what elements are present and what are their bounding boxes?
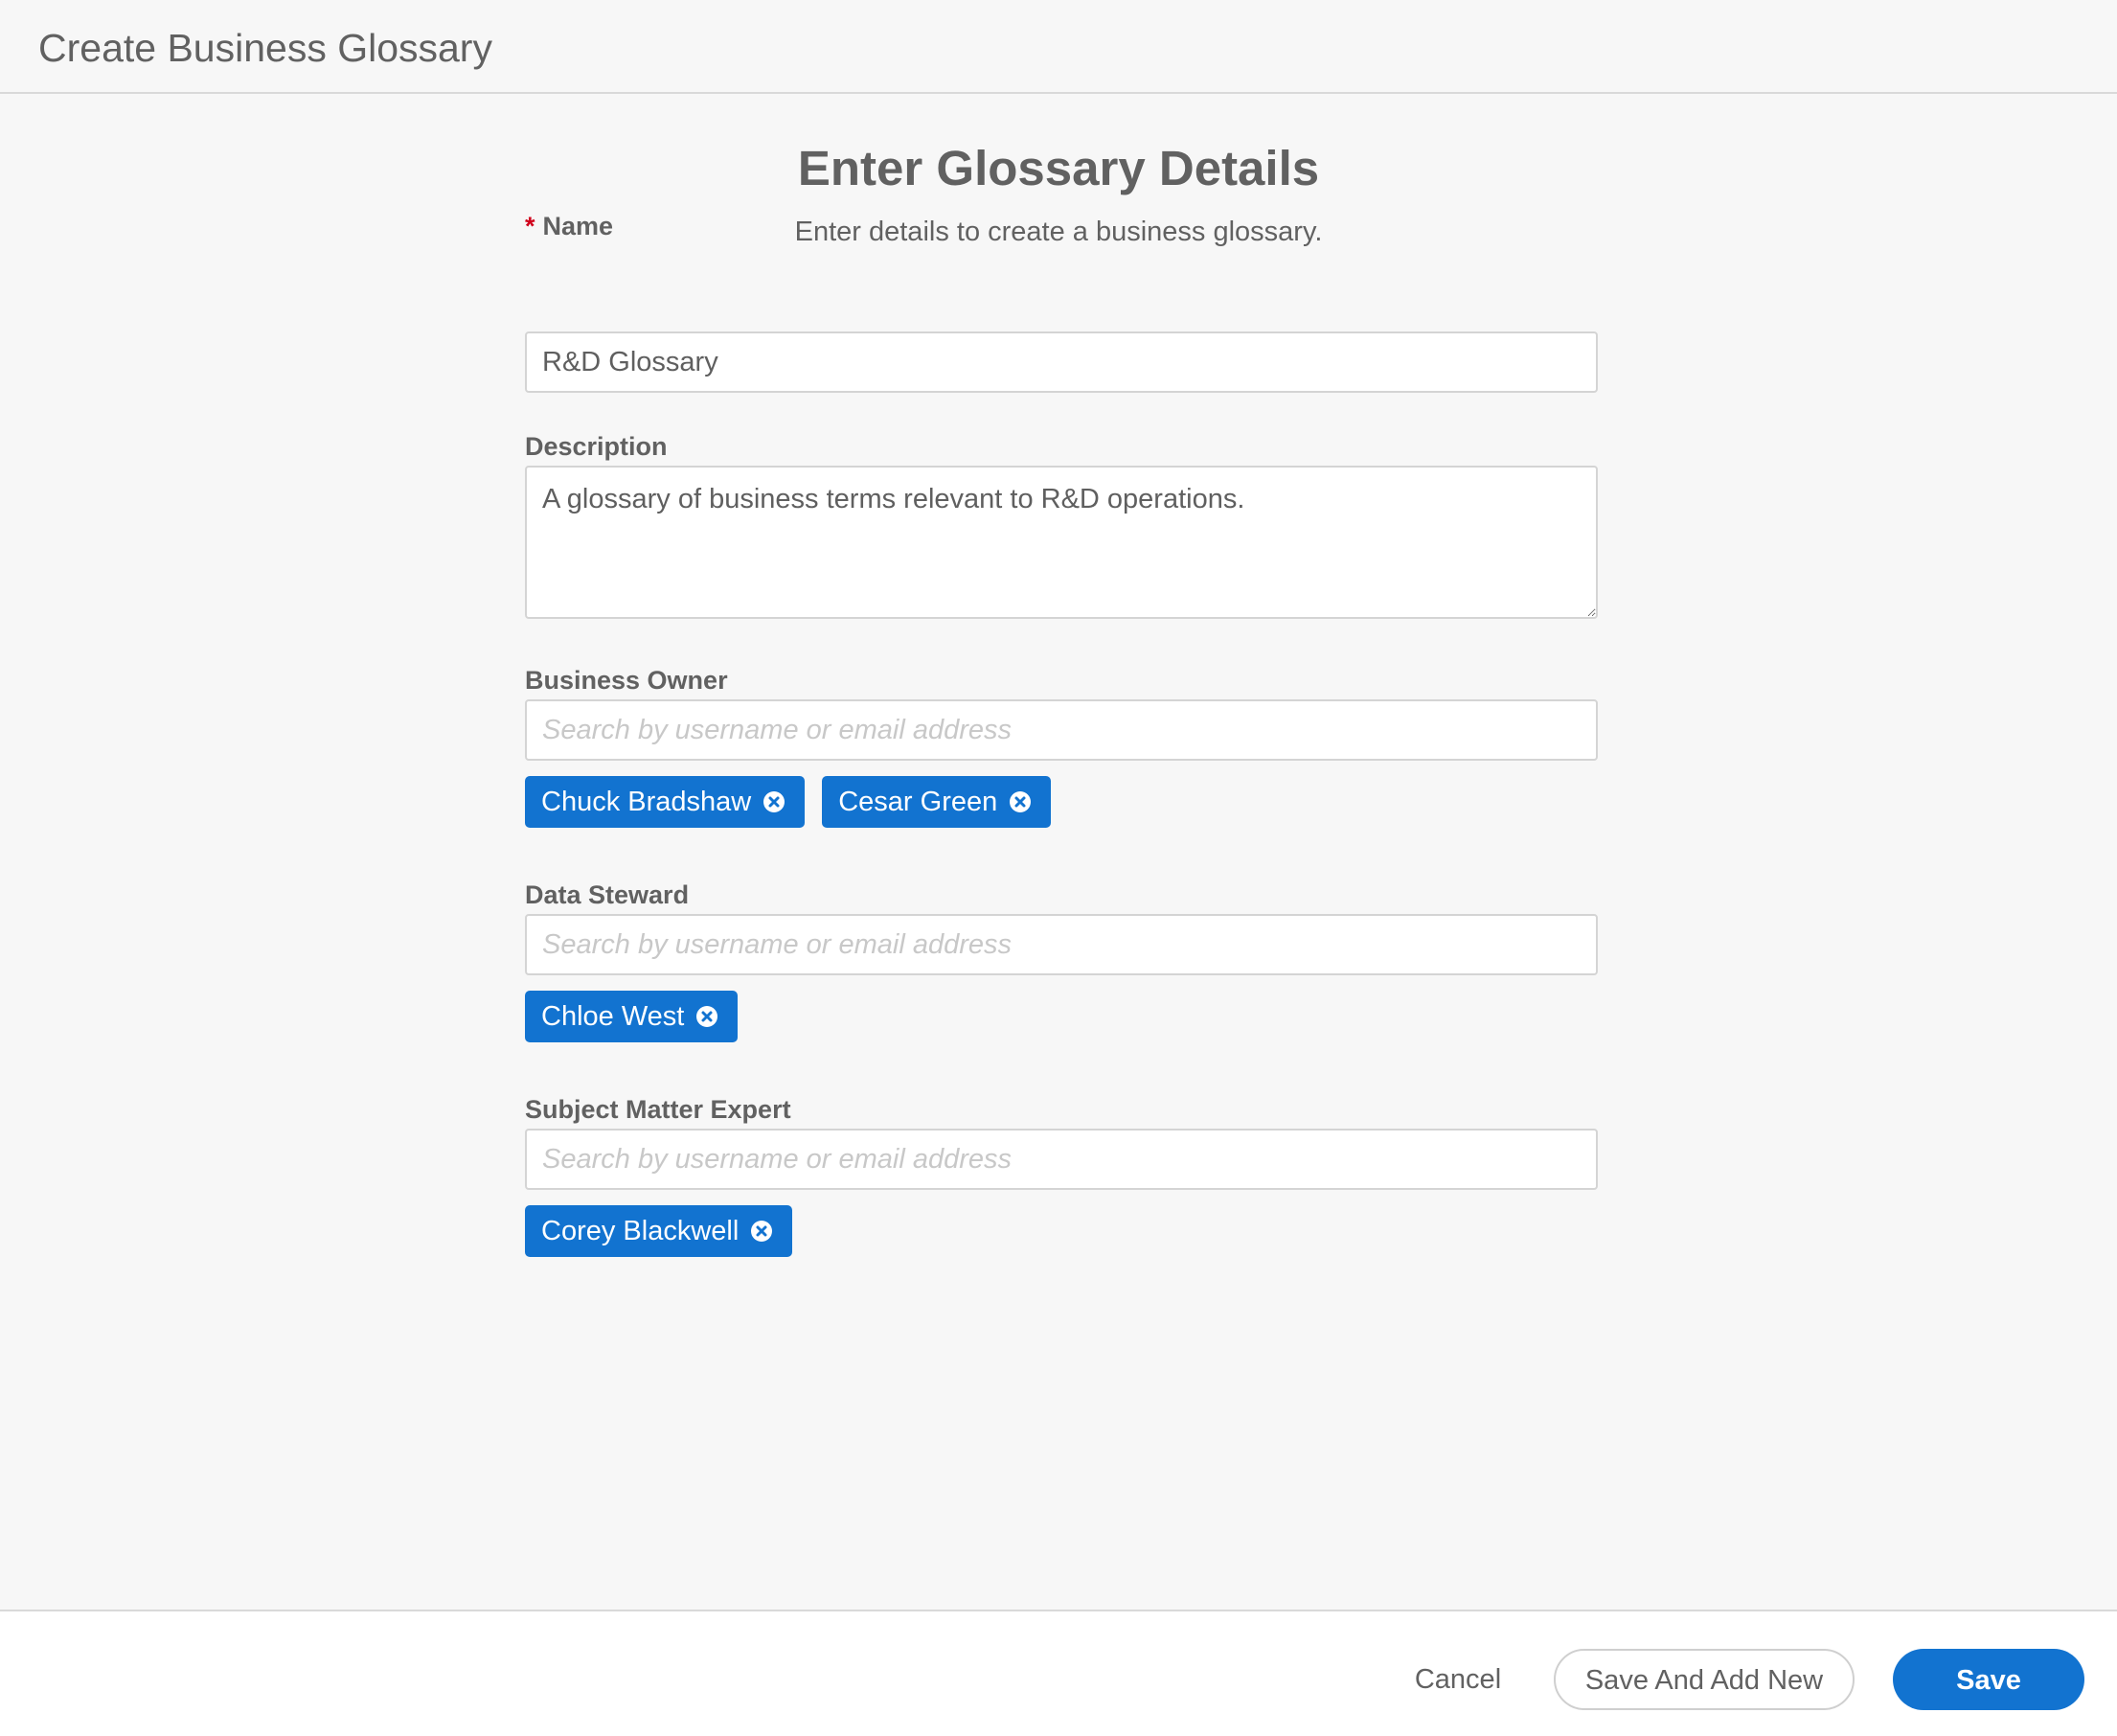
chip-label: Chloe West bbox=[541, 1001, 685, 1032]
save-button[interactable]: Save bbox=[1893, 1649, 2084, 1710]
close-circle-icon[interactable] bbox=[695, 1005, 718, 1028]
dialog-header: Create Business Glossary bbox=[0, 0, 2117, 94]
close-circle-icon[interactable] bbox=[750, 1220, 773, 1243]
subject-matter-expert-chips: Corey Blackwell bbox=[525, 1205, 793, 1257]
close-circle-icon[interactable] bbox=[763, 790, 785, 813]
form-subtitle: Enter details to create a business gloss… bbox=[794, 217, 1323, 247]
business-owner-label: Business Owner bbox=[525, 666, 728, 695]
required-marker: * bbox=[525, 212, 535, 240]
chip-corey-blackwell: Corey Blackwell bbox=[525, 1205, 793, 1257]
close-circle-icon[interactable] bbox=[1009, 790, 1032, 813]
form-title: Enter Glossary Details bbox=[797, 141, 1320, 195]
business-owner-chips: Chuck Bradshaw Cesar Green bbox=[525, 776, 1052, 828]
save-and-add-new-button[interactable]: Save And Add New bbox=[1554, 1649, 1855, 1710]
subject-matter-expert-search-input[interactable] bbox=[525, 1129, 1598, 1190]
business-owner-search-input[interactable] bbox=[525, 699, 1598, 761]
form-area: Enter Glossary Details Enter details to … bbox=[0, 94, 2117, 1610]
chip-chuck-bradshaw: Chuck Bradshaw bbox=[525, 776, 806, 828]
data-steward-label: Data Steward bbox=[525, 880, 690, 909]
name-label: * Name bbox=[525, 209, 613, 243]
data-steward-chips: Chloe West bbox=[525, 991, 739, 1042]
description-label: Description bbox=[525, 432, 668, 461]
subject-matter-expert-label: Subject Matter Expert bbox=[525, 1095, 791, 1124]
chip-label: Chuck Bradshaw bbox=[541, 787, 752, 817]
chip-label: Cesar Green bbox=[838, 787, 998, 817]
cancel-button[interactable]: Cancel bbox=[1404, 1649, 1512, 1710]
name-label-text: Name bbox=[542, 212, 614, 240]
description-textarea[interactable]: A glossary of business terms relevant to… bbox=[525, 466, 1598, 619]
chip-label: Corey Blackwell bbox=[541, 1216, 740, 1246]
name-input[interactable] bbox=[525, 331, 1598, 393]
dialog-title: Create Business Glossary bbox=[38, 26, 492, 70]
chip-cesar-green: Cesar Green bbox=[822, 776, 1052, 828]
data-steward-search-input[interactable] bbox=[525, 914, 1598, 975]
dialog-footer: Cancel Save And Add New Save bbox=[0, 1610, 2117, 1736]
chip-chloe-west: Chloe West bbox=[525, 991, 739, 1042]
